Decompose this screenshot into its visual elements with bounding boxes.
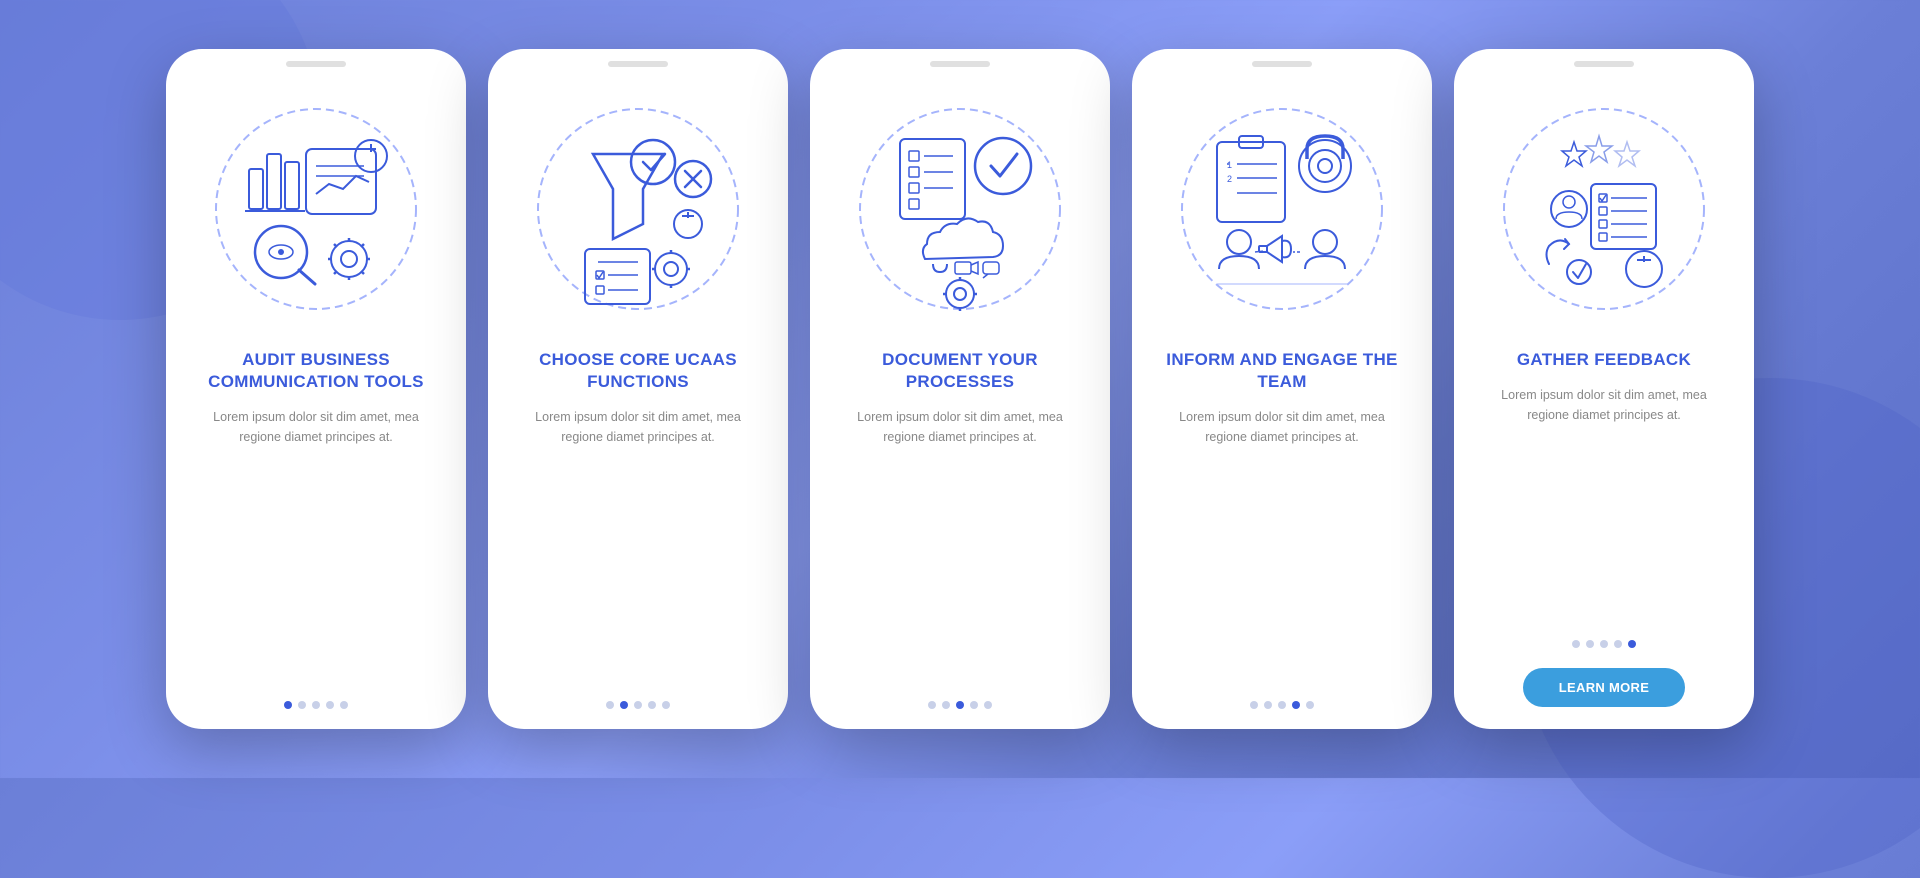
dot-1[interactable]: [928, 701, 936, 709]
dot-4[interactable]: [648, 701, 656, 709]
dot-1[interactable]: [1250, 701, 1258, 709]
audit-icon: [201, 94, 431, 324]
card-5-desc: Lorem ipsum dolor sit dim amet, mea regi…: [1482, 385, 1726, 425]
card-3-title: DOCUMENT YOUR PROCESSES: [838, 349, 1082, 393]
card-3-text-area: DOCUMENT YOUR PROCESSES Lorem ipsum dolo…: [810, 349, 1110, 685]
dot-2[interactable]: [1586, 640, 1594, 648]
card-5-title: GATHER FEEDBACK: [1517, 349, 1691, 371]
dot-1[interactable]: [606, 701, 614, 709]
card-4-title: INFORM AND ENGAGE THE TEAM: [1160, 349, 1404, 393]
card-1-title: AUDIT BUSINESS COMMUNICATION TOOLS: [194, 349, 438, 393]
dot-4[interactable]: [970, 701, 978, 709]
card-2-dots: [606, 701, 670, 709]
card-4-desc: Lorem ipsum dolor sit dim amet, mea regi…: [1160, 407, 1404, 447]
card-team: 1 2: [1132, 49, 1432, 729]
card-4-icon-area: 1 2: [1132, 49, 1432, 349]
dot-5[interactable]: [1628, 640, 1636, 648]
card-2-title: CHOOSE CORE UCAAS FUNCTIONS: [516, 349, 760, 393]
card-4-dots: [1250, 701, 1314, 709]
card-1-dots: [284, 701, 348, 709]
card-1-icon-area: [166, 49, 466, 349]
ucaas-icon: [523, 94, 753, 324]
card-2-icon-area: [488, 49, 788, 349]
dot-3[interactable]: [634, 701, 642, 709]
card-ucaas: CHOOSE CORE UCAAS FUNCTIONS Lorem ipsum …: [488, 49, 788, 729]
card-4-text-area: INFORM AND ENGAGE THE TEAM Lorem ipsum d…: [1132, 349, 1432, 685]
card-3-icon-area: [810, 49, 1110, 349]
card-audit: AUDIT BUSINESS COMMUNICATION TOOLS Lorem…: [166, 49, 466, 729]
card-5-dots: [1572, 640, 1636, 648]
dot-2[interactable]: [620, 701, 628, 709]
card-2-desc: Lorem ipsum dolor sit dim amet, mea regi…: [516, 407, 760, 447]
dot-4[interactable]: [1614, 640, 1622, 648]
dot-2[interactable]: [1264, 701, 1272, 709]
dot-3[interactable]: [956, 701, 964, 709]
card-1-text-area: AUDIT BUSINESS COMMUNICATION TOOLS Lorem…: [166, 349, 466, 685]
card-1-desc: Lorem ipsum dolor sit dim amet, mea regi…: [194, 407, 438, 447]
dot-1[interactable]: [1572, 640, 1580, 648]
card-3-dots: [928, 701, 992, 709]
card-document: DOCUMENT YOUR PROCESSES Lorem ipsum dolo…: [810, 49, 1110, 729]
dot-3[interactable]: [1278, 701, 1286, 709]
feedback-icon: [1489, 94, 1719, 324]
dot-5[interactable]: [984, 701, 992, 709]
dot-2[interactable]: [298, 701, 306, 709]
document-icon: [845, 94, 1075, 324]
dot-3[interactable]: [312, 701, 320, 709]
dot-1[interactable]: [284, 701, 292, 709]
svg-text:1: 1: [1227, 160, 1232, 170]
dot-4[interactable]: [326, 701, 334, 709]
card-5-icon-area: [1454, 49, 1754, 349]
card-2-text-area: CHOOSE CORE UCAAS FUNCTIONS Lorem ipsum …: [488, 349, 788, 685]
dot-5[interactable]: [662, 701, 670, 709]
card-3-desc: Lorem ipsum dolor sit dim amet, mea regi…: [838, 407, 1082, 447]
team-icon: 1 2: [1167, 94, 1397, 324]
card-5-text-area: GATHER FEEDBACK Lorem ipsum dolor sit di…: [1454, 349, 1754, 624]
dot-4[interactable]: [1292, 701, 1300, 709]
cards-container: AUDIT BUSINESS COMMUNICATION TOOLS Lorem…: [126, 19, 1794, 759]
dot-3[interactable]: [1600, 640, 1608, 648]
learn-more-button[interactable]: LEARN MORE: [1523, 668, 1685, 707]
dot-5[interactable]: [1306, 701, 1314, 709]
svg-text:2: 2: [1227, 174, 1232, 184]
dot-2[interactable]: [942, 701, 950, 709]
dot-5[interactable]: [340, 701, 348, 709]
card-feedback: GATHER FEEDBACK Lorem ipsum dolor sit di…: [1454, 49, 1754, 729]
